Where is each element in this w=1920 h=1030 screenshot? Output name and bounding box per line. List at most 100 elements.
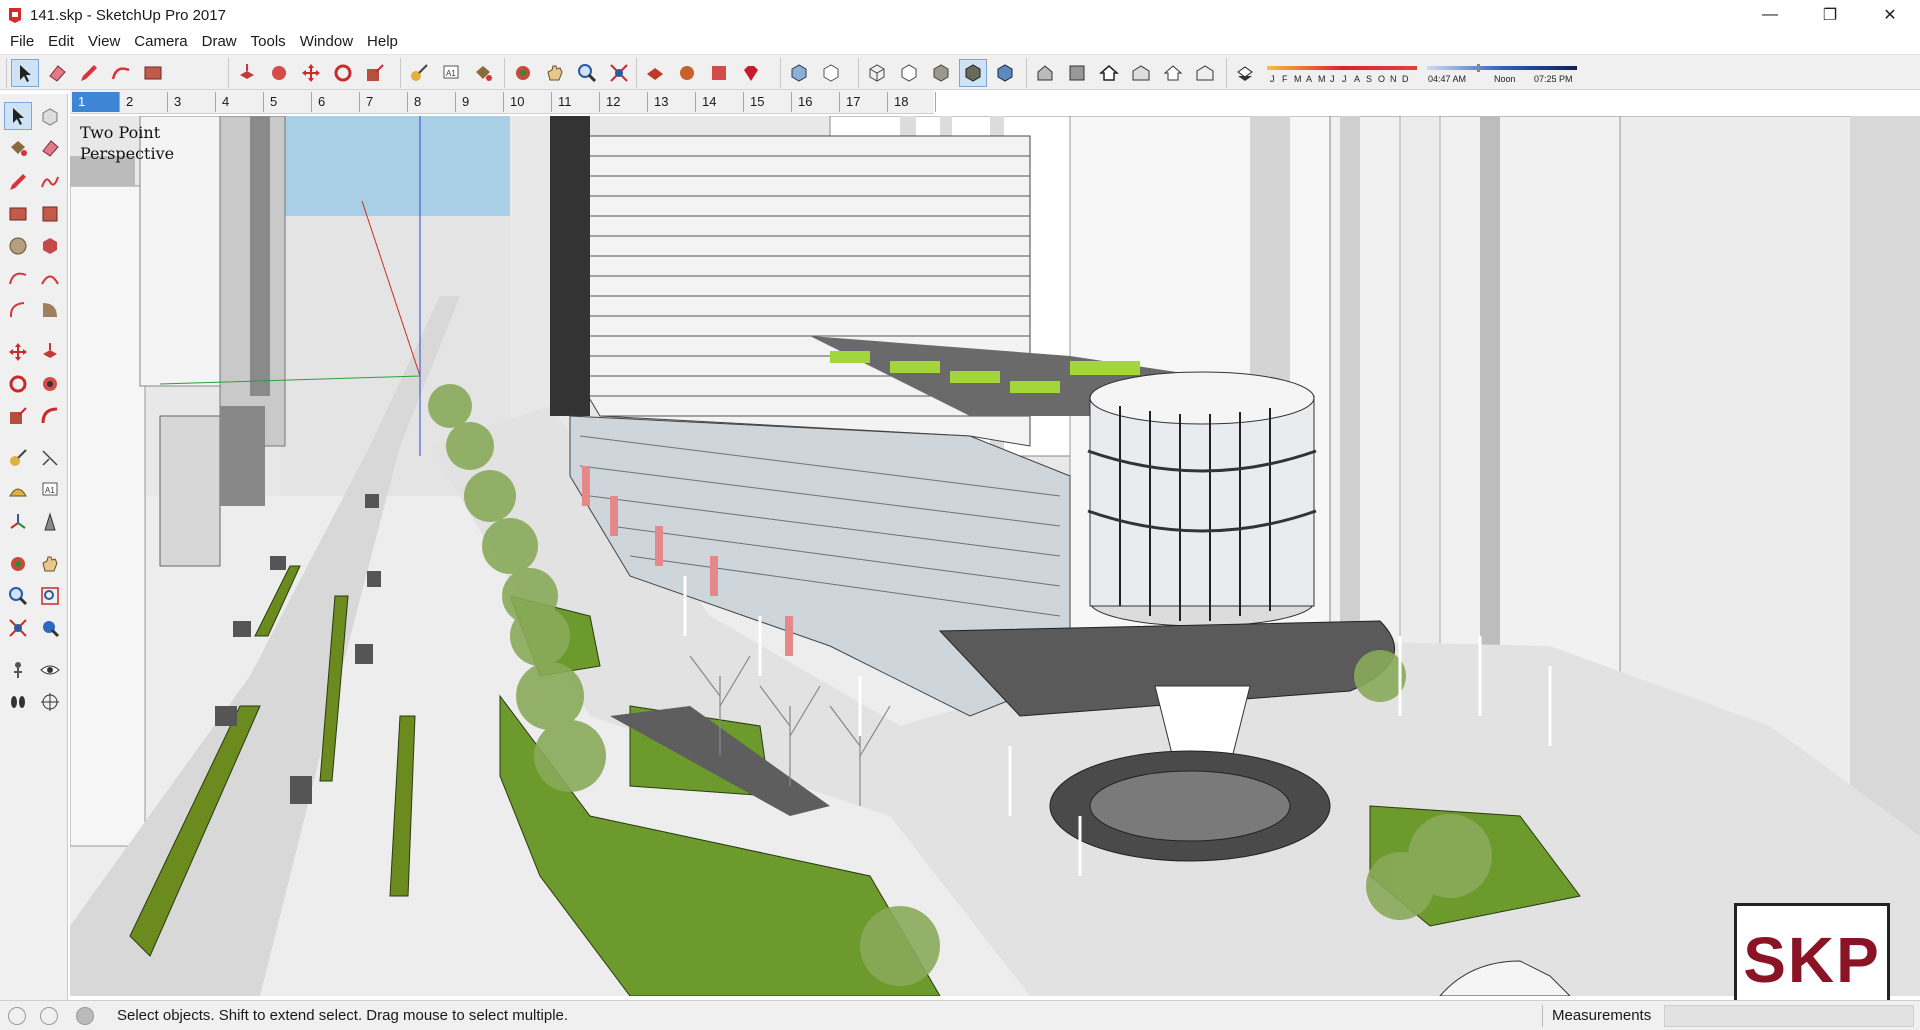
select-tool-button[interactable] bbox=[11, 59, 39, 87]
scene-tab-7[interactable]: 7 bbox=[360, 92, 408, 112]
3d-warehouse-button[interactable] bbox=[641, 59, 669, 87]
scale-tool[interactable] bbox=[4, 402, 32, 430]
scene-tab-3[interactable]: 3 bbox=[168, 92, 216, 112]
3d-text-tool[interactable] bbox=[36, 508, 64, 536]
menu-view[interactable]: View bbox=[81, 30, 127, 54]
text-tool[interactable]: A1 bbox=[36, 476, 64, 504]
follow-me-tool-button[interactable] bbox=[265, 59, 293, 87]
scene-tab-9[interactable]: 9 bbox=[456, 92, 504, 112]
previous-view-tool[interactable] bbox=[36, 614, 64, 642]
scene-tab-10[interactable]: 10 bbox=[504, 92, 552, 112]
xray-style-button[interactable] bbox=[785, 59, 813, 87]
line-tool-button[interactable] bbox=[75, 59, 103, 87]
three-point-arc-tool[interactable] bbox=[4, 296, 32, 324]
wireframe-button[interactable] bbox=[863, 59, 891, 87]
iso-view-button[interactable] bbox=[1031, 59, 1059, 87]
eraser-tool[interactable] bbox=[36, 134, 64, 162]
arc-tool[interactable] bbox=[4, 264, 32, 292]
freehand-tool[interactable] bbox=[36, 168, 64, 196]
ruby-console-button[interactable] bbox=[737, 59, 765, 87]
menu-help[interactable]: Help bbox=[360, 30, 405, 54]
rotate-tool-button[interactable] bbox=[329, 59, 357, 87]
measurements-input[interactable] bbox=[1664, 1005, 1914, 1027]
tape-measure-button[interactable] bbox=[405, 59, 433, 87]
scene-tab-14[interactable]: 14 bbox=[696, 92, 744, 112]
scene-tab-1[interactable]: 1 bbox=[72, 92, 120, 112]
rectangle-tool[interactable] bbox=[4, 200, 32, 228]
maximize-button[interactable]: ❐ bbox=[1800, 0, 1860, 30]
hidden-line-button[interactable] bbox=[895, 59, 923, 87]
extension-warehouse-button[interactable] bbox=[705, 59, 733, 87]
scene-tab-15[interactable]: 15 bbox=[744, 92, 792, 112]
scene-tab-5[interactable]: 5 bbox=[264, 92, 312, 112]
two-point-arc-tool[interactable] bbox=[36, 264, 64, 292]
zoom-tool-button[interactable] bbox=[573, 59, 601, 87]
move-tool-button[interactable] bbox=[297, 59, 325, 87]
shaded-textures-button[interactable] bbox=[959, 59, 987, 87]
back-edges-button[interactable] bbox=[817, 59, 845, 87]
shadows-toggle-button[interactable] bbox=[1231, 59, 1259, 87]
circle-tool[interactable] bbox=[4, 232, 32, 260]
select-tool[interactable] bbox=[4, 102, 32, 130]
scene-tab-2[interactable]: 2 bbox=[120, 92, 168, 112]
rectangle-tool-button[interactable] bbox=[139, 59, 167, 87]
orbit-tool-button[interactable] bbox=[509, 59, 537, 87]
dimension-tool[interactable] bbox=[36, 444, 64, 472]
scene-tab-17[interactable]: 17 bbox=[840, 92, 888, 112]
share-model-button[interactable] bbox=[673, 59, 701, 87]
scene-tab-16[interactable]: 16 bbox=[792, 92, 840, 112]
modeling-viewport[interactable] bbox=[70, 116, 1920, 996]
scene-tab-6[interactable]: 6 bbox=[312, 92, 360, 112]
pie-tool[interactable] bbox=[36, 296, 64, 324]
zoom-tool[interactable] bbox=[4, 582, 32, 610]
pan-tool-button[interactable] bbox=[541, 59, 569, 87]
offset-tool[interactable] bbox=[36, 402, 64, 430]
rotated-rectangle-tool[interactable] bbox=[36, 200, 64, 228]
tape-measure-tool[interactable] bbox=[4, 444, 32, 472]
protractor-tool[interactable] bbox=[4, 476, 32, 504]
menu-draw[interactable]: Draw bbox=[195, 30, 244, 54]
top-view-button[interactable] bbox=[1063, 59, 1091, 87]
push-pull-tool[interactable] bbox=[36, 338, 64, 366]
minimize-button[interactable]: — bbox=[1740, 0, 1800, 30]
polygon-tool[interactable] bbox=[36, 232, 64, 260]
axes-tool[interactable] bbox=[4, 508, 32, 536]
scene-tab-8[interactable]: 8 bbox=[408, 92, 456, 112]
zoom-extents-tool[interactable] bbox=[4, 614, 32, 642]
text-tool-button[interactable]: A1 bbox=[437, 59, 465, 87]
scene-tab-11[interactable]: 11 bbox=[552, 92, 600, 112]
back-view-button[interactable] bbox=[1159, 59, 1187, 87]
rotate-tool[interactable] bbox=[4, 370, 32, 398]
monochrome-button[interactable] bbox=[991, 59, 1019, 87]
scale-tool-button[interactable] bbox=[361, 59, 389, 87]
scene-tab-4[interactable]: 4 bbox=[216, 92, 264, 112]
right-view-button[interactable] bbox=[1127, 59, 1155, 87]
close-button[interactable]: ✕ bbox=[1860, 0, 1920, 30]
zoom-window-tool[interactable] bbox=[36, 582, 64, 610]
walk-tool[interactable] bbox=[4, 688, 32, 716]
geo-location-icon[interactable] bbox=[8, 1007, 26, 1025]
section-plane-tool[interactable] bbox=[36, 688, 64, 716]
scene-tab-18[interactable]: 18 bbox=[888, 92, 936, 112]
front-view-button[interactable] bbox=[1095, 59, 1123, 87]
push-pull-tool-button[interactable] bbox=[233, 59, 261, 87]
orbit-tool[interactable] bbox=[4, 550, 32, 578]
make-component-tool[interactable] bbox=[36, 102, 64, 130]
pan-tool[interactable] bbox=[36, 550, 64, 578]
user-profile-icon[interactable] bbox=[76, 1007, 94, 1025]
paint-bucket-button[interactable] bbox=[469, 59, 497, 87]
menu-window[interactable]: Window bbox=[293, 30, 360, 54]
shadow-date-slider[interactable]: J F M A M J J A S O N D bbox=[1267, 64, 1577, 86]
menu-edit[interactable]: Edit bbox=[41, 30, 81, 54]
menu-camera[interactable]: Camera bbox=[127, 30, 194, 54]
zoom-extents-button[interactable] bbox=[605, 59, 633, 87]
line-tool[interactable] bbox=[4, 168, 32, 196]
look-around-tool[interactable] bbox=[36, 656, 64, 684]
menu-tools[interactable]: Tools bbox=[244, 30, 293, 54]
credits-icon[interactable] bbox=[40, 1007, 58, 1025]
shaded-button[interactable] bbox=[927, 59, 955, 87]
scene-tab-13[interactable]: 13 bbox=[648, 92, 696, 112]
position-camera-tool[interactable] bbox=[4, 656, 32, 684]
scene-tab-12[interactable]: 12 bbox=[600, 92, 648, 112]
move-tool[interactable] bbox=[4, 338, 32, 366]
